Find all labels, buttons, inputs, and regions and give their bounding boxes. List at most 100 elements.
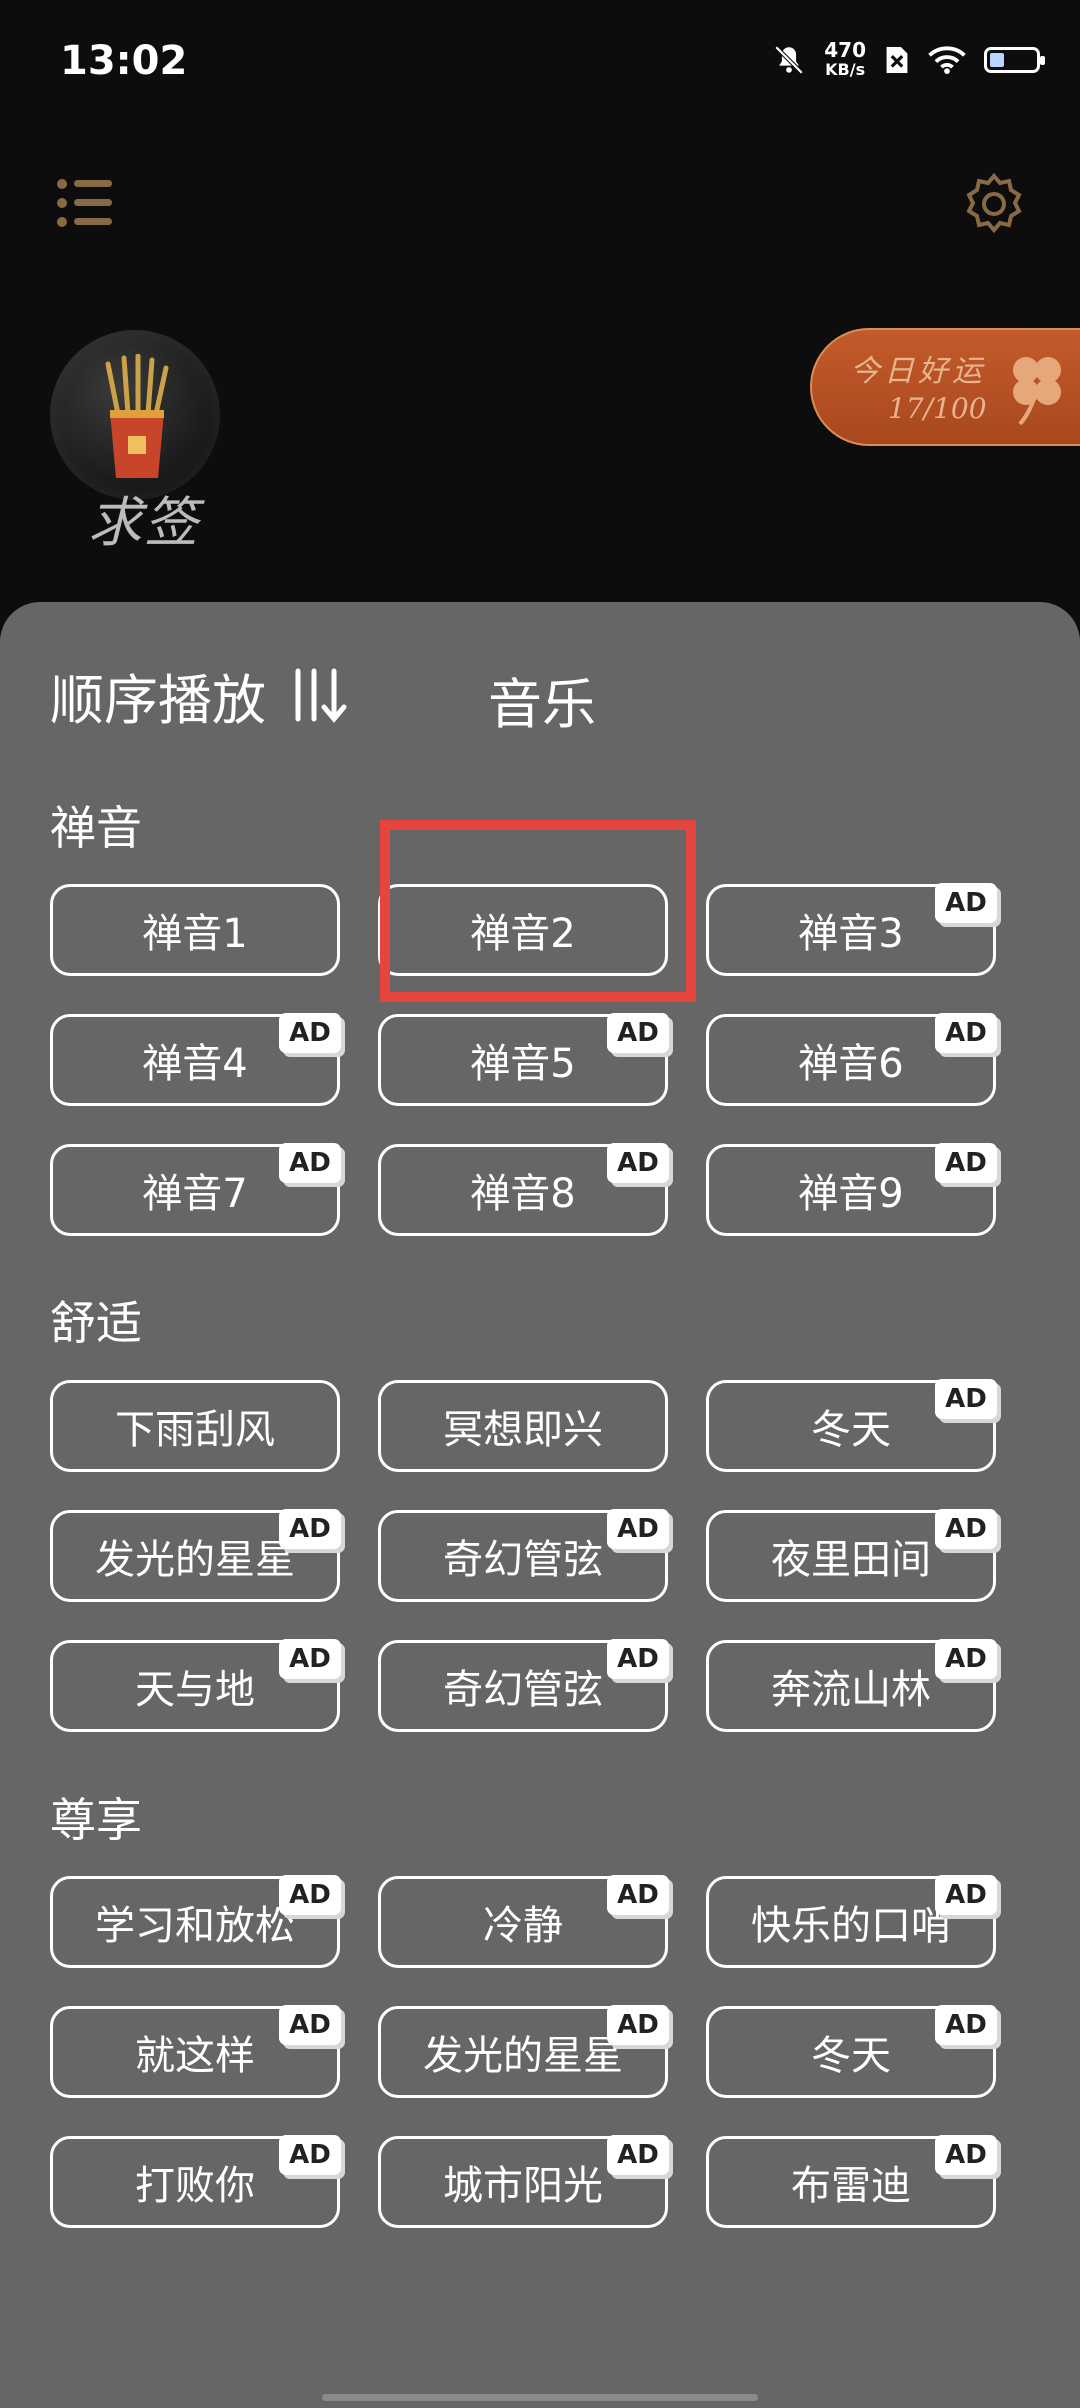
track-button[interactable]: 禅音1 xyxy=(50,884,340,976)
sequential-play-icon xyxy=(295,668,347,723)
track-button[interactable]: 奇幻管弦 AD xyxy=(378,1509,669,1602)
track-button[interactable]: 夜里田间 AD xyxy=(706,1509,997,1602)
track-label: 冬天 xyxy=(811,2033,891,2079)
luck-title: 今日好运 xyxy=(850,354,986,389)
track-label: 禅音3 xyxy=(798,911,904,957)
track-label: 天与地 xyxy=(135,1667,255,1713)
ad-badge: AD xyxy=(279,1013,341,1053)
ad-badge: AD xyxy=(935,883,997,923)
ad-badge: AD xyxy=(279,1509,341,1549)
track-button[interactable]: 禅音3 AD xyxy=(706,883,997,976)
fortune-draw-button[interactable]: 求签 xyxy=(50,330,230,554)
track-button[interactable]: 学习和放松 AD xyxy=(50,1875,341,1968)
track-label: 禅音1 xyxy=(142,911,248,957)
track-label: 禅音9 xyxy=(798,1171,904,1217)
ad-badge: AD xyxy=(935,1509,997,1549)
track-button[interactable]: 打败你 AD xyxy=(50,2135,341,2228)
track-label: 奔流山林 xyxy=(771,1667,931,1713)
track-button[interactable]: 禅音9 AD xyxy=(706,1143,997,1236)
ad-badge: AD xyxy=(935,1013,997,1053)
track-label: 冷静 xyxy=(483,1903,563,1949)
track-label: 快乐的口哨 xyxy=(751,1903,951,1949)
track-button[interactable]: 禅音4 AD xyxy=(50,1013,341,1106)
track-button[interactable]: 冷静 AD xyxy=(378,1875,669,1968)
ad-badge: AD xyxy=(935,1639,997,1679)
play-mode-toggle[interactable]: 顺序播放 xyxy=(50,660,354,732)
track-label: 禅音8 xyxy=(470,1171,576,1217)
track-button[interactable]: 天与地 AD xyxy=(50,1639,341,1732)
track-label: 打败你 xyxy=(135,2163,255,2209)
ad-badge: AD xyxy=(607,1875,669,1915)
track-button[interactable]: 禅音6 AD xyxy=(706,1013,997,1106)
ad-badge: AD xyxy=(607,2135,669,2175)
clover-icon xyxy=(1013,357,1061,426)
track-label: 禅音6 xyxy=(798,1041,904,1087)
track-label: 夜里田间 xyxy=(771,1537,931,1583)
track-button[interactable]: 冥想即兴 xyxy=(378,1380,668,1472)
no-sim-icon xyxy=(886,47,908,73)
ad-badge: AD xyxy=(935,2005,997,2045)
section-title-zen: 禅音 xyxy=(50,801,142,855)
menu-list-icon[interactable] xyxy=(56,178,112,228)
track-button[interactable]: 城市阳光 AD xyxy=(378,2135,669,2228)
track-label: 学习和放松 xyxy=(95,1903,295,1949)
track-button[interactable]: 禅音8 AD xyxy=(378,1143,669,1236)
track-button[interactable]: 禅音7 AD xyxy=(50,1143,341,1236)
fortune-sticks-icon xyxy=(105,354,169,478)
settings-gear-icon[interactable] xyxy=(962,172,1026,236)
ad-badge: AD xyxy=(279,2135,341,2175)
ad-badge: AD xyxy=(279,1143,341,1183)
track-grid-comfort: 下雨刮风 冥想即兴 冬天 AD 发光的星星 AD 奇幻管弦 AD 夜里田间 AD 天与地 AD 奇幻管弦… xyxy=(50,1379,1000,1732)
track-label: 冥想即兴 xyxy=(443,1407,603,1453)
track-button[interactable]: 发光的星星 AD xyxy=(378,2005,669,2098)
sheet-title: 音乐 xyxy=(488,673,596,736)
track-label: 发光的星星 xyxy=(95,1537,295,1583)
track-label: 发光的星星 xyxy=(423,2033,623,2079)
luck-score: 17/100 xyxy=(888,392,987,425)
track-label: 冬天 xyxy=(811,1407,891,1453)
daily-luck-badge[interactable]: 今日好运 17/100 xyxy=(810,328,1080,446)
ad-badge: AD xyxy=(935,1875,997,1915)
track-label: 奇幻管弦 xyxy=(443,1537,603,1583)
track-grid-premium: 学习和放松 AD 冷静 AD 快乐的口哨 AD 就这样 AD 发光的星星 AD 冬天 AD 打败你 AD 城… xyxy=(50,1875,1000,2228)
ad-badge: AD xyxy=(935,1379,997,1419)
track-button[interactable]: 禅音5 AD xyxy=(378,1013,669,1106)
status-icons: 470 KB/s xyxy=(772,38,1045,80)
ad-badge: AD xyxy=(935,2135,997,2175)
track-button[interactable]: 冬天 AD xyxy=(706,1379,997,1472)
wifi-icon xyxy=(928,46,966,74)
track-button[interactable]: 奇幻管弦 AD xyxy=(378,1639,669,1732)
track-label: 禅音7 xyxy=(142,1171,248,1217)
clock: 13:02 xyxy=(60,38,188,84)
play-mode-label: 顺序播放 xyxy=(50,668,266,732)
track-button[interactable]: 冬天 AD xyxy=(706,2005,997,2098)
track-label: 禅音4 xyxy=(142,1041,248,1087)
track-label: 就这样 xyxy=(135,2033,255,2079)
ad-badge: AD xyxy=(935,1143,997,1183)
selection-highlight-box xyxy=(380,820,696,1002)
track-button[interactable]: 发光的星星 AD xyxy=(50,1509,341,1602)
ad-badge: AD xyxy=(279,2005,341,2045)
ad-badge: AD xyxy=(607,2005,669,2045)
track-label: 城市阳光 xyxy=(443,2163,603,2209)
status-bar: 13:02 470 KB/s xyxy=(0,0,1080,120)
track-label: 禅音5 xyxy=(470,1041,576,1087)
track-button[interactable]: 奔流山林 AD xyxy=(706,1639,997,1732)
track-button[interactable]: 快乐的口哨 AD xyxy=(706,1875,997,1968)
ad-badge: AD xyxy=(607,1639,669,1679)
net-speed: 470 KB/s xyxy=(824,38,866,79)
section-title-comfort: 舒适 xyxy=(50,1296,142,1350)
ad-badge: AD xyxy=(279,1639,341,1679)
track-button[interactable]: 下雨刮风 xyxy=(50,1380,340,1472)
battery-icon xyxy=(984,47,1045,73)
track-button[interactable]: 就这样 AD xyxy=(50,2005,341,2098)
track-button[interactable]: 布雷迪 AD xyxy=(706,2135,997,2228)
home-indicator[interactable] xyxy=(322,2394,758,2401)
mute-bell-icon xyxy=(774,45,804,75)
ad-badge: AD xyxy=(607,1013,669,1053)
ad-badge: AD xyxy=(607,1143,669,1183)
ad-badge: AD xyxy=(607,1509,669,1549)
section-title-premium: 尊享 xyxy=(50,1793,142,1847)
ad-badge: AD xyxy=(279,1875,341,1915)
track-label: 下雨刮风 xyxy=(115,1407,275,1453)
